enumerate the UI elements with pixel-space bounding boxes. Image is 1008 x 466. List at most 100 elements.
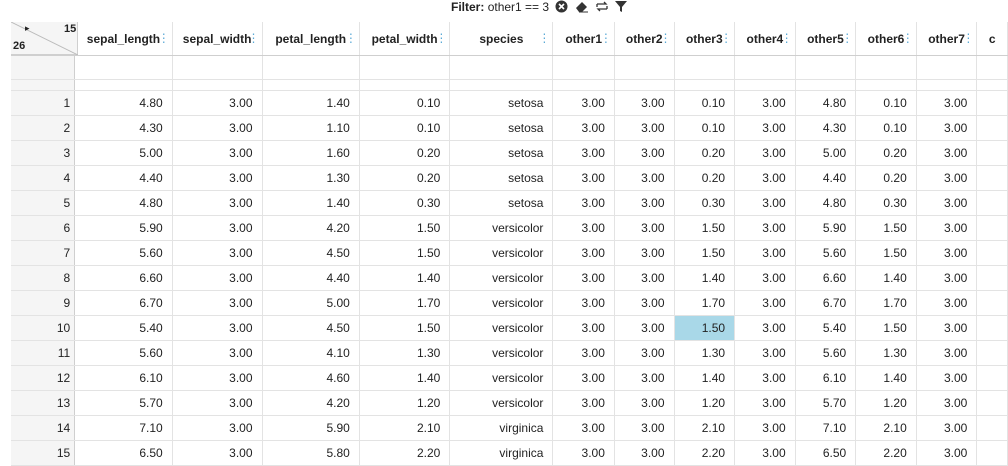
column-header-other6[interactable]: other6 ⋮ — [855, 22, 917, 56]
cell-other7[interactable]: 3.00 — [916, 140, 978, 166]
cell-other5[interactable]: 6.10 — [795, 365, 857, 391]
cell-other2[interactable]: 3.00 — [614, 340, 675, 366]
cell-other7[interactable]: 3.00 — [916, 265, 978, 291]
cell-other1[interactable]: 3.00 — [552, 215, 615, 241]
cell-other4[interactable]: 3.00 — [734, 190, 796, 216]
cell-petal_length[interactable]: 1.30 — [262, 165, 360, 191]
cell-other6[interactable]: 1.40 — [855, 265, 917, 291]
cell-other5[interactable]: 5.00 — [795, 140, 857, 166]
cell-species[interactable]: versicolor — [449, 340, 554, 366]
cell-c[interactable] — [976, 290, 1008, 316]
cell-other4[interactable]: 3.00 — [734, 115, 796, 141]
cell-sepal_width[interactable]: 3.00 — [172, 165, 263, 191]
cell-c[interactable] — [976, 315, 1008, 341]
row-index[interactable]: 9 — [11, 290, 76, 316]
table-row[interactable]: 3 5.00 3.00 1.60 0.20 setosa 3.00 3.00 0.20 3.00 5… — [11, 140, 1008, 166]
cell-petal_length[interactable]: 4.40 — [262, 265, 360, 291]
cell-petal_width[interactable]: 1.30 — [359, 340, 451, 366]
cell-other7[interactable]: 3.00 — [916, 365, 978, 391]
cell-sepal_width[interactable]: 3.00 — [172, 240, 263, 266]
column-header-other2[interactable]: other2 ⋮ — [614, 22, 675, 56]
cell-c[interactable] — [976, 215, 1008, 241]
row-index[interactable]: 14 — [11, 415, 76, 441]
cell-other3[interactable]: 1.70 — [674, 290, 736, 316]
cell-other4[interactable]: 3.00 — [734, 315, 796, 341]
row-index[interactable]: 3 — [11, 140, 76, 166]
column-resize-handle-icon[interactable]: ⋮ — [660, 31, 672, 45]
cell-sepal_width[interactable]: 3.00 — [172, 115, 263, 141]
cell-sepal_length[interactable]: 4.80 — [74, 90, 173, 116]
cell-sepal_length[interactable]: 5.70 — [74, 390, 173, 416]
cell-other6[interactable]: 1.50 — [855, 315, 917, 341]
cell-other6[interactable]: 1.20 — [855, 390, 917, 416]
cell-c[interactable] — [976, 140, 1008, 166]
eraser-icon[interactable] — [575, 0, 589, 13]
column-header-c[interactable]: c — [976, 22, 1008, 56]
table-row[interactable]: 13 5.70 3.00 4.20 1.20 versicolor 3.00 3.00 1.20… — [11, 390, 1008, 416]
column-resize-handle-icon[interactable]: ⋮ — [781, 31, 793, 45]
cell-sepal_width[interactable]: 3.00 — [172, 140, 263, 166]
column-header-sepal_width[interactable]: sepal_width ⋮ — [172, 22, 263, 56]
cell-petal_width[interactable]: 2.10 — [359, 415, 451, 441]
cell-sepal_width[interactable]: 3.00 — [172, 290, 263, 316]
column-resize-handle-icon[interactable]: ⋮ — [841, 31, 853, 45]
cell-sepal_length[interactable]: 5.60 — [74, 340, 173, 366]
table-row[interactable]: 10 5.40 3.00 4.50 1.50 versicolor 3.00 3.00 1.50… — [11, 315, 1008, 341]
cell-c[interactable] — [976, 440, 1008, 466]
column-header-other3[interactable]: other3 ⋮ — [674, 22, 736, 56]
cell-species[interactable]: virginica — [449, 440, 554, 466]
cell-other6[interactable]: 2.10 — [855, 415, 917, 441]
cell-species[interactable]: versicolor — [449, 365, 554, 391]
cell-other5[interactable]: 4.40 — [795, 165, 857, 191]
cell-c[interactable] — [976, 165, 1008, 191]
cell-other3[interactable]: 2.20 — [674, 440, 736, 466]
cell-sepal_length[interactable]: 5.00 — [74, 140, 173, 166]
table-row[interactable]: 8 6.60 3.00 4.40 1.40 versicolor 3.00 3.00 1.40 3… — [11, 265, 1008, 291]
cell-other1[interactable]: 3.00 — [552, 240, 615, 266]
cell-sepal_width[interactable]: 3.00 — [172, 90, 263, 116]
cell-other6[interactable]: 0.30 — [855, 190, 917, 216]
cell-sepal_width[interactable]: 3.00 — [172, 315, 263, 341]
cell-petal_length[interactable]: 1.60 — [262, 140, 360, 166]
cell-other4[interactable]: 3.00 — [734, 440, 796, 466]
cell-petal_width[interactable]: 1.40 — [359, 365, 451, 391]
cell-other5[interactable]: 6.70 — [795, 290, 857, 316]
cell-sepal_length[interactable]: 4.40 — [74, 165, 173, 191]
cell-other7[interactable]: 3.00 — [916, 340, 978, 366]
cell-petal_width[interactable]: 0.10 — [359, 90, 451, 116]
row-column-counter[interactable]: ▸ 15 26 — [11, 22, 78, 55]
cell-other4[interactable]: 3.00 — [734, 90, 796, 116]
cell-other1[interactable]: 3.00 — [552, 290, 615, 316]
cell-other6[interactable]: 0.20 — [855, 165, 917, 191]
cell-other2[interactable]: 3.00 — [614, 115, 675, 141]
row-index[interactable]: 4 — [11, 165, 76, 191]
row-index[interactable]: 7 — [11, 240, 76, 266]
cell-sepal_length[interactable]: 6.10 — [74, 365, 173, 391]
cell-sepal_width[interactable]: 3.00 — [172, 365, 263, 391]
cell-other1[interactable]: 3.00 — [552, 340, 615, 366]
cell-other4[interactable]: 3.00 — [734, 265, 796, 291]
cell-other5[interactable]: 5.40 — [795, 315, 857, 341]
cell-sepal_width[interactable]: 3.00 — [172, 340, 263, 366]
row-index[interactable]: 6 — [11, 215, 76, 241]
table-row[interactable]: 2 4.30 3.00 1.10 0.10 setosa 3.00 3.00 0.10 3.00 4… — [11, 115, 1008, 141]
cell-sepal_length[interactable]: 5.90 — [74, 215, 173, 241]
cell-c[interactable] — [976, 240, 1008, 266]
row-index[interactable]: 11 — [11, 340, 76, 366]
cell-petal_length[interactable]: 1.10 — [262, 115, 360, 141]
cell-c[interactable] — [976, 115, 1008, 141]
cell-species[interactable]: setosa — [449, 115, 554, 141]
cell-other1[interactable]: 3.00 — [552, 440, 615, 466]
cell-petal_width[interactable]: 0.10 — [359, 115, 451, 141]
cell-other3[interactable]: 2.10 — [674, 415, 736, 441]
clear-filter-icon[interactable] — [555, 0, 568, 13]
cell-species[interactable]: setosa — [449, 165, 554, 191]
table-row[interactable]: 5 4.80 3.00 1.40 0.30 setosa 3.00 3.00 0.30 3.00 4… — [11, 190, 1008, 216]
column-header-other1[interactable]: other1 ⋮ — [552, 22, 615, 56]
cell-other6[interactable]: 0.10 — [855, 90, 917, 116]
cell-sepal_width[interactable]: 3.00 — [172, 440, 263, 466]
cell-other1[interactable]: 3.00 — [552, 265, 615, 291]
cell-other3[interactable]: 0.20 — [674, 140, 736, 166]
cell-sepal_length[interactable]: 5.60 — [74, 240, 173, 266]
cell-sepal_width[interactable]: 3.00 — [172, 390, 263, 416]
